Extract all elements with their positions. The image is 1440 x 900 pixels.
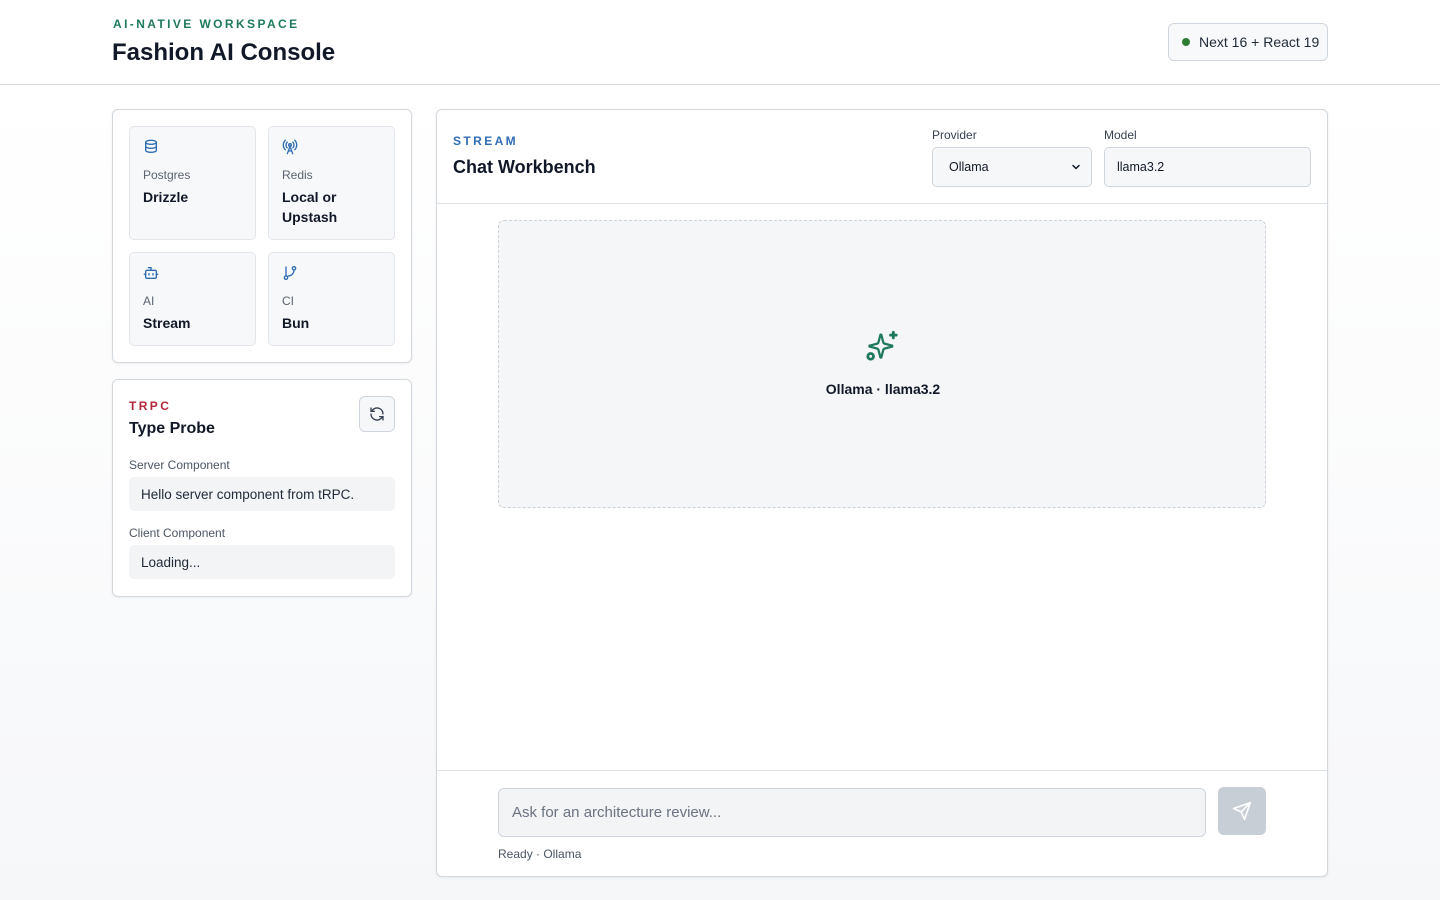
probe-title: Type Probe <box>129 420 215 437</box>
model-input[interactable]: llama3.2 <box>1104 147 1311 187</box>
empty-state-caption: Ollama · llama3.2 <box>825 381 941 397</box>
tile-label: Redis <box>282 168 313 182</box>
tile-label: CI <box>282 294 294 308</box>
type-probe-card: TRPC Type Probe Server Component Hello s… <box>112 379 412 597</box>
sparkles-icon <box>866 330 898 361</box>
probe-eyebrow: TRPC <box>129 399 172 413</box>
send-button[interactable] <box>1218 787 1266 835</box>
status-dot-icon <box>1182 38 1190 46</box>
chat-header: STREAM Chat Workbench Provider Ollama Mo… <box>437 110 1327 204</box>
client-component-value: Loading... <box>129 545 395 579</box>
version-badge: Next 16 + React 19 <box>1168 23 1328 61</box>
stack-tile-ci: CI Bun <box>268 252 395 346</box>
tile-label: Postgres <box>143 168 191 182</box>
stack-tile-postgres: Postgres Drizzle <box>129 126 256 240</box>
git-branch-icon <box>283 266 297 280</box>
app-header: AI-NATIVE WORKSPACE Fashion AI Console N… <box>0 0 1440 85</box>
prompt-input[interactable]: Ask for an architecture review... <box>498 788 1206 837</box>
chat-composer: Ask for an architecture review... Ready … <box>437 770 1327 876</box>
app-title: Fashion AI Console <box>112 39 336 66</box>
refresh-button[interactable] <box>359 396 395 432</box>
provider-selected-value: Ollama <box>949 160 989 174</box>
chat-empty-state: Ollama · llama3.2 <box>498 220 1266 508</box>
send-icon <box>1232 801 1252 821</box>
model-label: Model <box>1104 128 1137 142</box>
server-component-label: Server Component <box>129 458 230 472</box>
database-icon <box>145 139 157 154</box>
refresh-icon <box>370 407 384 421</box>
client-component-label: Client Component <box>129 526 226 540</box>
tile-label: AI <box>143 294 155 308</box>
tile-value: Drizzle <box>143 189 189 205</box>
version-badge-label: Next 16 + React 19 <box>1199 34 1320 50</box>
workspace-eyebrow: AI-NATIVE WORKSPACE <box>113 17 300 31</box>
stack-tile-redis: Redis Local or Upstash <box>268 126 395 240</box>
chat-title: Chat Workbench <box>453 157 596 177</box>
server-component-value: Hello server component from tRPC. <box>129 477 395 511</box>
provider-label: Provider <box>932 128 977 142</box>
tile-value: Local or Upstash <box>282 189 338 225</box>
radio-tower-icon <box>282 139 298 155</box>
provider-select[interactable]: Ollama <box>932 147 1092 187</box>
stack-card: Postgres Drizzle Redis Local or Upstash … <box>112 109 412 363</box>
chevron-down-icon <box>1072 164 1080 170</box>
stream-eyebrow: STREAM <box>453 134 519 148</box>
tile-value: Bun <box>282 315 310 331</box>
chat-workbench-card: STREAM Chat Workbench Provider Ollama Mo… <box>436 109 1328 877</box>
tile-value: Stream <box>143 315 191 331</box>
stack-tile-ai: AI Stream <box>129 252 256 346</box>
bot-icon <box>143 267 159 279</box>
chat-status: Ready · Ollama <box>498 847 582 861</box>
